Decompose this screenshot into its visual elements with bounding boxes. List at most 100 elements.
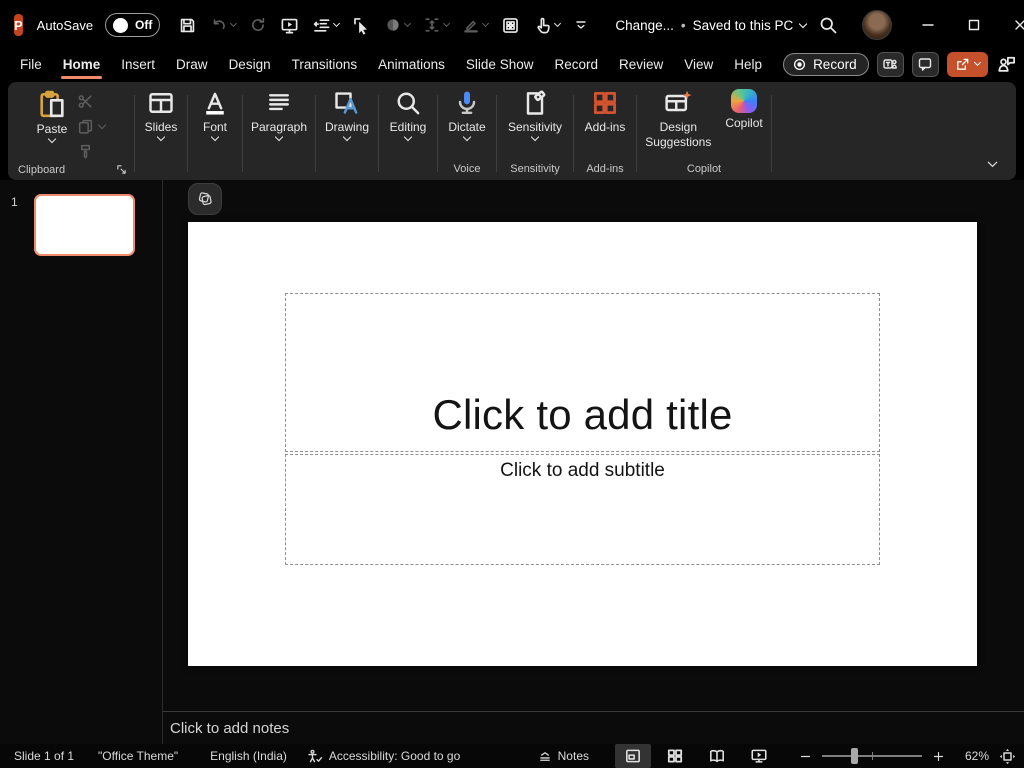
slides-button[interactable]: Slides bbox=[145, 89, 178, 140]
editing-icon bbox=[394, 89, 422, 117]
comments-button[interactable] bbox=[912, 52, 939, 77]
drawing-button[interactable]: Drawing bbox=[325, 89, 369, 140]
paste-button[interactable]: Paste bbox=[37, 89, 68, 142]
editing-button[interactable]: Editing bbox=[390, 89, 427, 140]
view-sorter-button[interactable] bbox=[657, 744, 693, 768]
tab-view[interactable]: View bbox=[684, 57, 713, 72]
zoom-slider[interactable] bbox=[822, 755, 922, 757]
paragraph-button[interactable]: Paragraph bbox=[251, 89, 307, 140]
slide-thumbnail-panel: 1 bbox=[0, 180, 163, 744]
dictate-button[interactable]: Dictate bbox=[448, 89, 485, 140]
autosave-state: Off bbox=[135, 18, 152, 32]
tab-home[interactable]: Home bbox=[63, 57, 101, 72]
fit-window-icon[interactable] bbox=[999, 748, 1016, 765]
subtitle-placeholder[interactable]: Click to add subtitle bbox=[285, 454, 880, 565]
teams-button[interactable] bbox=[877, 52, 904, 77]
language-indicator[interactable]: English (India) bbox=[210, 749, 287, 763]
spacing-icon[interactable] bbox=[423, 16, 449, 34]
slideshow-icon[interactable] bbox=[280, 16, 299, 35]
tab-insert[interactable]: Insert bbox=[121, 57, 155, 72]
addins-label: Add-ins bbox=[585, 121, 626, 133]
editing-label: Editing bbox=[390, 121, 427, 133]
presenter-icon[interactable] bbox=[996, 54, 1016, 74]
theme-name[interactable]: "Office Theme" bbox=[98, 749, 178, 763]
format-painter-icon[interactable] bbox=[77, 143, 105, 160]
copilot-group-label: Copilot bbox=[637, 163, 771, 175]
slide-canvas[interactable]: Click to add title Click to add subtitle bbox=[188, 222, 977, 666]
zoom-slider-handle[interactable] bbox=[851, 748, 858, 764]
ink-icon[interactable] bbox=[462, 16, 488, 34]
copilot-outline-icon bbox=[196, 190, 214, 208]
tab-record[interactable]: Record bbox=[554, 57, 598, 72]
undo-icon[interactable] bbox=[210, 16, 236, 34]
search-icon[interactable] bbox=[818, 15, 838, 35]
dialog-launcher-icon[interactable] bbox=[115, 163, 128, 176]
dictate-label: Dictate bbox=[448, 121, 485, 133]
copilot-canvas-button[interactable] bbox=[188, 183, 222, 215]
quick-access-toolbar bbox=[178, 16, 589, 35]
qat-customize-icon[interactable] bbox=[573, 17, 589, 33]
cut-icon[interactable] bbox=[77, 93, 105, 110]
shape-fill-icon[interactable] bbox=[384, 16, 410, 34]
tab-transitions[interactable]: Transitions bbox=[292, 57, 358, 72]
tab-design[interactable]: Design bbox=[229, 57, 271, 72]
voice-group-label: Voice bbox=[438, 163, 496, 175]
powerpoint-logo-icon[interactable]: P bbox=[14, 14, 23, 36]
paste-icon bbox=[37, 89, 67, 119]
addins-button[interactable]: Add-ins bbox=[585, 89, 626, 133]
subtitle-placeholder-text: Click to add subtitle bbox=[500, 460, 665, 482]
redo-icon[interactable] bbox=[249, 16, 267, 34]
sensitivity-button[interactable]: Sensitivity bbox=[508, 89, 562, 140]
tab-file[interactable]: File bbox=[20, 57, 42, 72]
indent-icon[interactable] bbox=[312, 16, 339, 35]
view-slideshow-button[interactable] bbox=[741, 744, 777, 768]
paragraph-group: Paragraph bbox=[243, 87, 315, 180]
notes-caret-icon bbox=[537, 749, 553, 764]
chevron-down-icon bbox=[98, 121, 106, 129]
zoom-out-icon[interactable] bbox=[799, 750, 812, 763]
zoom-in-icon[interactable] bbox=[932, 750, 945, 763]
tab-animations[interactable]: Animations bbox=[378, 57, 445, 72]
copilot-icon bbox=[731, 89, 757, 113]
accessibility-status[interactable]: Accessibility: Good to go bbox=[307, 749, 460, 764]
title-placeholder[interactable]: Click to add title bbox=[285, 293, 880, 452]
autosave-label: AutoSave bbox=[37, 18, 93, 33]
accessibility-text: Accessibility: Good to go bbox=[329, 749, 460, 763]
save-icon[interactable] bbox=[178, 16, 197, 35]
tab-draw[interactable]: Draw bbox=[176, 57, 208, 72]
cursor-select-icon[interactable] bbox=[352, 16, 371, 35]
notes-toggle-button[interactable]: Notes bbox=[537, 749, 589, 764]
slide-thumbnail[interactable] bbox=[34, 194, 135, 256]
avatar[interactable] bbox=[862, 10, 892, 40]
slide-number: 1 bbox=[11, 195, 18, 209]
slide-counter[interactable]: Slide 1 of 1 bbox=[14, 749, 74, 763]
view-normal-button[interactable] bbox=[615, 744, 651, 768]
copy-button[interactable] bbox=[77, 118, 105, 135]
design-suggestions-label-2: Suggestions bbox=[645, 136, 711, 148]
maximize-icon[interactable] bbox=[966, 17, 982, 33]
design-suggestions-button[interactable]: Design Suggestions bbox=[645, 89, 711, 148]
document-title[interactable]: Change... • Saved to this PC bbox=[615, 18, 806, 33]
minimize-icon[interactable] bbox=[920, 17, 936, 33]
chevron-down-icon bbox=[463, 133, 471, 141]
copilot-button[interactable]: Copilot bbox=[725, 89, 762, 129]
tab-slide-show[interactable]: Slide Show bbox=[466, 57, 534, 72]
autosave-toggle[interactable]: Off bbox=[105, 13, 160, 37]
collapse-ribbon-icon[interactable] bbox=[985, 157, 1000, 172]
record-button[interactable]: Record bbox=[783, 53, 869, 76]
zoom-level[interactable]: 62% bbox=[955, 749, 989, 763]
font-button[interactable]: Font bbox=[201, 89, 229, 140]
close-icon[interactable] bbox=[1012, 17, 1024, 33]
editing-group: Editing bbox=[379, 87, 437, 180]
tab-review[interactable]: Review bbox=[619, 57, 663, 72]
view-reading-button[interactable] bbox=[699, 744, 735, 768]
touch-mode-icon[interactable] bbox=[533, 16, 560, 35]
paragraph-label: Paragraph bbox=[251, 121, 307, 133]
share-button[interactable] bbox=[947, 52, 988, 77]
sensitivity-icon bbox=[521, 89, 549, 117]
menu-bar: File Home Insert Draw Design Transitions… bbox=[0, 50, 1024, 82]
tab-help[interactable]: Help bbox=[734, 57, 762, 72]
chevron-down-icon bbox=[211, 133, 219, 141]
notes-pane[interactable]: Click to add notes bbox=[163, 711, 1024, 744]
grid-icon[interactable] bbox=[501, 16, 520, 35]
